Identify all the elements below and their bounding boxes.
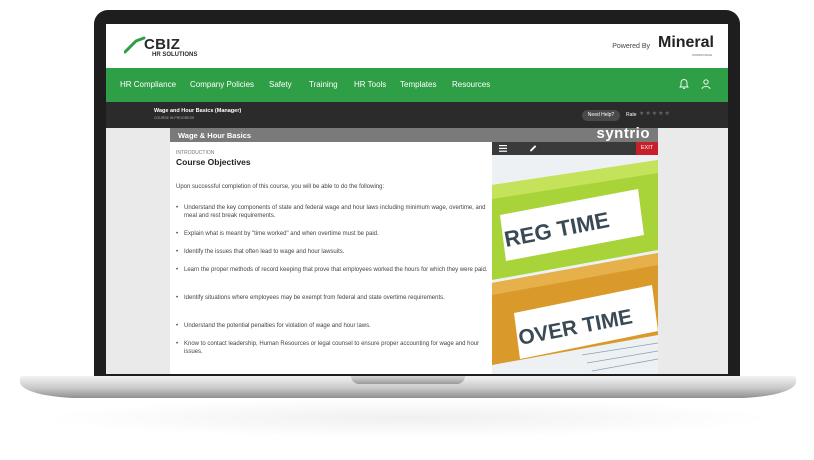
rating-stars[interactable]: ★★★★★ xyxy=(639,110,671,117)
mineral-logo[interactable]: Mineral xyxy=(658,34,714,52)
list-item: • Explain what is meant by "time worked"… xyxy=(176,230,488,238)
brand-name: CBIZ xyxy=(144,36,181,53)
pencil-icon[interactable] xyxy=(528,144,538,153)
content-toolbar: EXIT xyxy=(492,142,658,155)
bullet-icon: • xyxy=(176,295,179,301)
list-item: • Understand the potential penalties for… xyxy=(176,322,488,330)
objective-text: Explain what is meant by "time worked" a… xyxy=(184,231,379,237)
nav-item-company-policies[interactable]: Company Policies xyxy=(190,80,254,89)
bullet-icon: • xyxy=(176,231,179,237)
nav-item-templates[interactable]: Templates xyxy=(400,80,436,89)
lesson-content: INTRODUCTION Course Objectives Upon succ… xyxy=(170,142,492,374)
laptop-screen: CBIZ HR SOLUTIONS Powered By Mineral WOR… xyxy=(106,24,728,374)
mineral-subtitle: WORKFORCE xyxy=(692,53,712,57)
nav-item-resources[interactable]: Resources xyxy=(452,80,490,89)
objective-text: Understand the potential penalties for v… xyxy=(184,323,371,329)
bullet-icon: • xyxy=(176,249,179,255)
site-header: CBIZ HR SOLUTIONS Powered By Mineral WOR… xyxy=(106,24,728,68)
panel-title: Wage & Hour Basics xyxy=(178,131,252,140)
bullet-icon: • xyxy=(176,341,179,347)
nav-item-training[interactable]: Training xyxy=(309,80,338,89)
section-label: INTRODUCTION xyxy=(176,150,215,156)
course-title: Wage and Hour Basics (Manager) xyxy=(154,108,242,114)
list-item: • Identify the issues that often lead to… xyxy=(176,248,488,256)
bullet-icon: • xyxy=(176,205,179,211)
laptop-notch xyxy=(351,376,465,384)
objective-text: Identify the issues that often lead to w… xyxy=(184,249,345,255)
bell-icon[interactable] xyxy=(678,78,690,90)
folder-illustration: REG TIME OVER TIME xyxy=(492,155,658,374)
objective-text: Learn the proper methods of record keepi… xyxy=(184,267,488,273)
cbiz-swoosh-icon xyxy=(124,36,146,54)
powered-by-label: Powered By xyxy=(612,43,650,50)
main-nav: HR Compliance Company Policies Safety Tr… xyxy=(106,68,728,102)
nav-item-safety[interactable]: Safety xyxy=(269,80,292,89)
objective-text: Identify situations where employees may … xyxy=(184,295,445,301)
syntrio-text: syntrio xyxy=(596,125,650,142)
menu-icon[interactable] xyxy=(498,144,508,153)
nav-item-hr-tools[interactable]: HR Tools xyxy=(354,80,386,89)
list-item: • Learn the proper methods of record kee… xyxy=(176,266,488,274)
list-item: • Understand the key components of state… xyxy=(176,204,488,220)
bullet-icon: • xyxy=(176,323,179,329)
brand-subtitle: HR SOLUTIONS xyxy=(152,52,198,58)
list-item: • Know to contact leadership, Human Reso… xyxy=(176,340,488,356)
need-help-button[interactable]: Need Help? xyxy=(582,110,620,121)
objectives-heading: Course Objectives xyxy=(176,157,251,167)
list-item: • Identify situations where employees ma… xyxy=(176,294,488,302)
panel-header: Wage & Hour Basics xyxy=(170,128,658,142)
syntrio-logo: syntrio xyxy=(596,125,650,142)
nav-item-hr-compliance[interactable]: HR Compliance xyxy=(120,80,176,89)
user-icon[interactable] xyxy=(700,78,712,90)
objective-text: Know to contact leadership, Human Resour… xyxy=(184,341,480,355)
objective-text: Understand the key components of state a… xyxy=(184,205,486,219)
bullet-icon: • xyxy=(176,267,179,273)
timesheet-folders-image: REG TIME OVER TIME xyxy=(492,155,658,374)
objectives-intro: Upon successful completion of this cours… xyxy=(176,184,385,190)
course-panel: Wage & Hour Basics syntrio INTRODUCTION … xyxy=(170,125,658,374)
course-status: COURSE IN PROGRESS xyxy=(154,116,195,120)
laptop-shadow xyxy=(40,398,776,438)
rate-label: Rate xyxy=(626,112,637,118)
exit-button[interactable]: EXIT xyxy=(636,142,658,155)
